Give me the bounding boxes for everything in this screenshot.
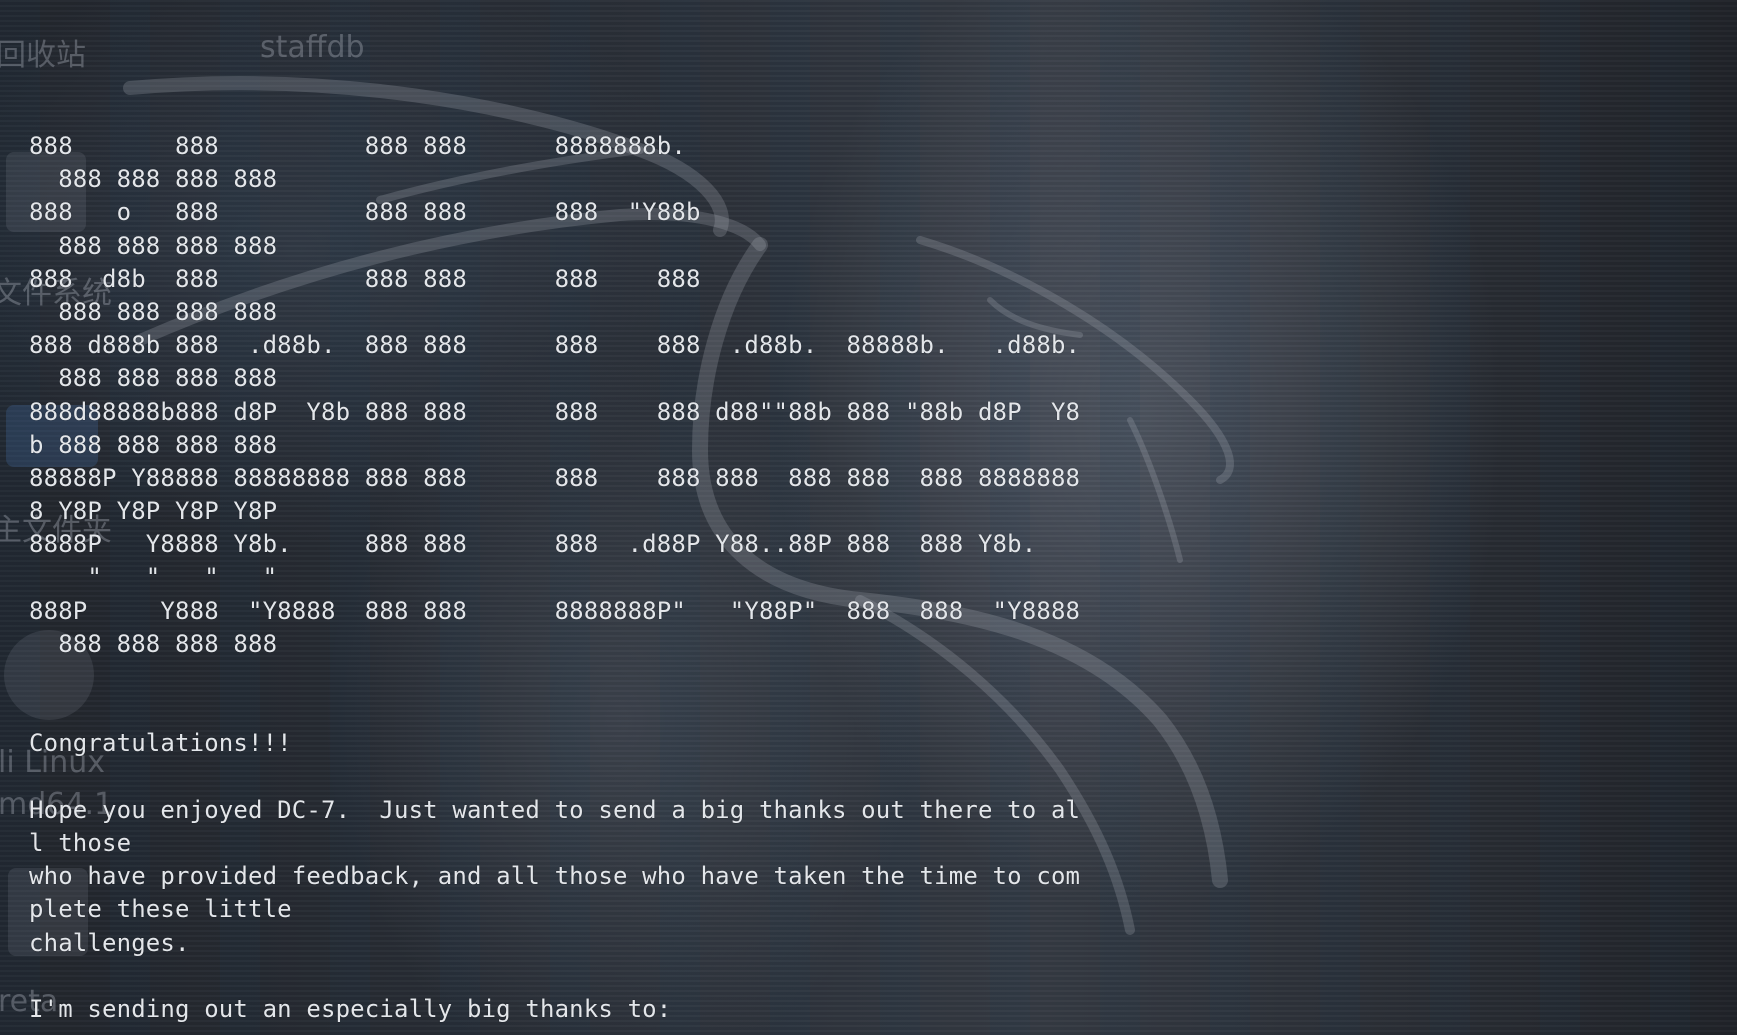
terminal-line: 888 d8b 888 888 888 888 888	[29, 264, 701, 293]
terminal-line: 8 Y8P Y8P Y8P Y8P	[29, 497, 278, 526]
terminal-line: challenges.	[29, 928, 190, 957]
terminal-line: Congratulations!!!	[29, 729, 292, 758]
terminal-output[interactable]: 888 888 888 888 8888888b. 888 888 888 88…	[29, 130, 1080, 1026]
terminal-line: plete these little	[29, 895, 292, 924]
terminal-line: 888 888 888 888	[29, 297, 278, 326]
terminal-line: I'm sending out an especially big thanks…	[29, 994, 672, 1023]
terminal-line: b 888 888 888 888	[29, 430, 278, 459]
terminal-line: 888d88888b888 d8P Y8b 888 888 888 888 d8…	[29, 397, 1081, 426]
desktop-screen: 回收站 staffdb 文件系统 主文件夹 li Linux md64.1 re…	[0, 0, 1737, 1035]
terminal-line: 888P Y888 "Y8888 888 888 8888888P" "Y88P…	[29, 596, 1081, 625]
terminal-line: 8888P Y8888 Y8b. 888 888 888 .d88P Y88..…	[29, 530, 1037, 559]
terminal-line: 888 888 888 888	[29, 629, 278, 658]
terminal-line: 88888P Y88888 88888888 888 888 888 888 8…	[29, 463, 1081, 492]
terminal-line: Hope you enjoyed DC-7. Just wanted to se…	[29, 795, 1081, 824]
terminal-line: 888 888 888 888	[29, 165, 278, 194]
terminal-line: 888 888 888 888	[29, 364, 278, 393]
terminal-line: 888 d888b 888 .d88b. 888 888 888 888 .d8…	[29, 331, 1081, 360]
terminal-line: " " " "	[29, 563, 278, 592]
desktop-label-staffdb[interactable]: staffdb	[260, 30, 365, 65]
terminal-line: 888 888 888 888 8888888b.	[29, 132, 686, 160]
terminal-line: 888 o 888 888 888 888 "Y88b	[29, 198, 701, 227]
desktop-label-trash[interactable]: 回收站	[0, 30, 86, 74]
terminal-line: who have provided feedback, and all thos…	[29, 862, 1081, 891]
terminal-line: 888 888 888 888	[29, 231, 278, 260]
terminal-line: l those	[29, 828, 132, 857]
